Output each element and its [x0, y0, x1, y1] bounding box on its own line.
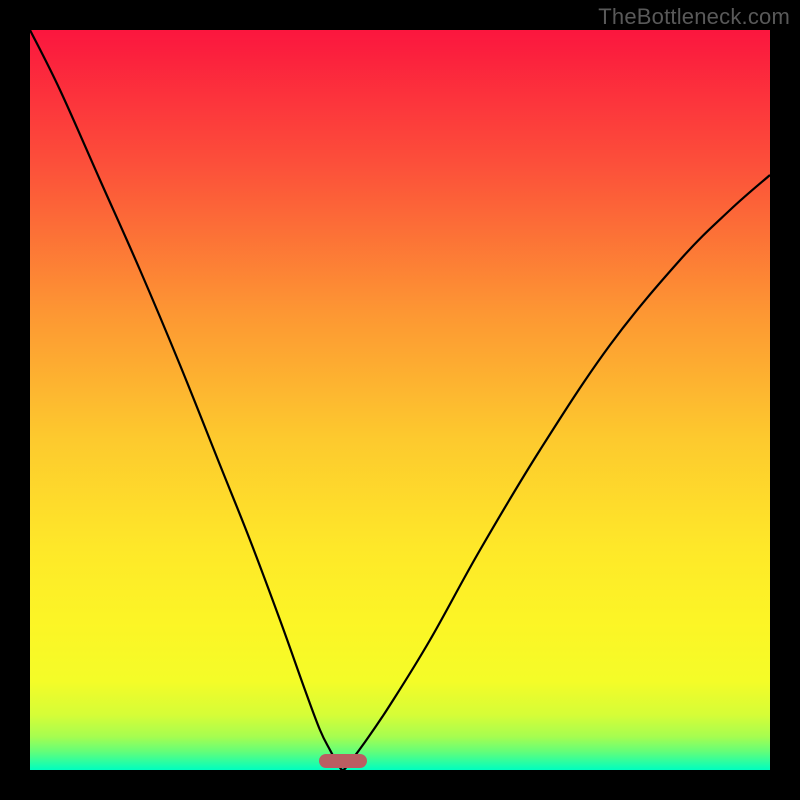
plot-area [30, 30, 770, 770]
background-gradient [30, 30, 770, 770]
chart-frame: TheBottleneck.com [0, 0, 800, 800]
optimal-range-marker [319, 754, 367, 768]
watermark-text: TheBottleneck.com [598, 4, 790, 30]
